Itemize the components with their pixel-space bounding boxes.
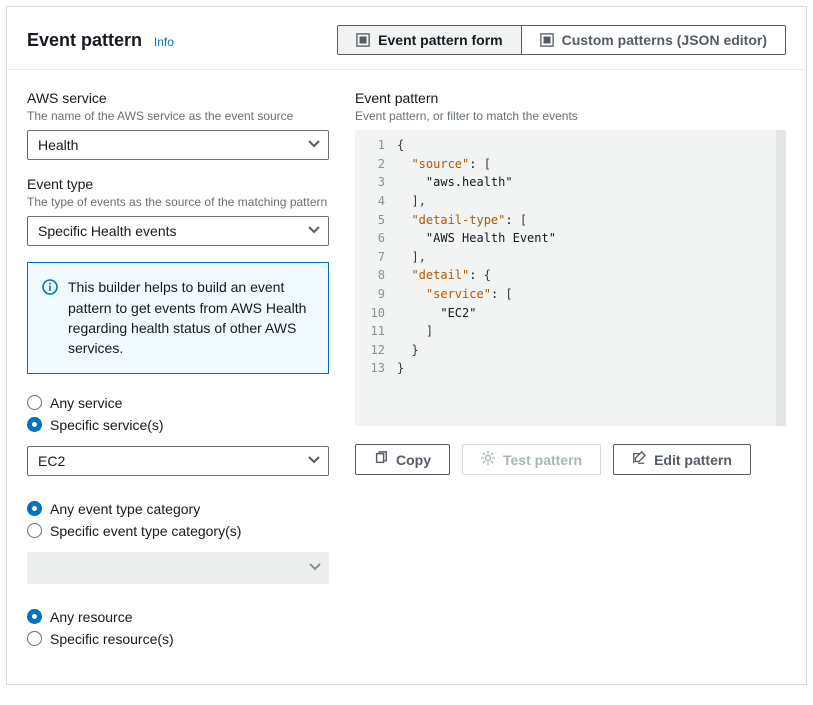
radio-specific-category-label: Specific event type category(s)	[50, 523, 241, 539]
page-title: Event pattern	[27, 30, 142, 50]
radio-any-category-label: Any event type category	[50, 501, 200, 517]
json-icon	[540, 33, 554, 47]
copy-label: Copy	[396, 452, 431, 468]
chevron-down-icon	[308, 453, 320, 469]
info-icon	[42, 279, 58, 358]
copy-button[interactable]: Copy	[355, 444, 450, 475]
radio-any-service[interactable]: Any service	[27, 392, 329, 414]
radio-specific-resource-label: Specific resource(s)	[50, 631, 174, 647]
gear-icon	[481, 451, 495, 468]
tab-event-pattern-form[interactable]: Event pattern form	[338, 26, 520, 54]
category-select-disabled	[27, 552, 329, 584]
radio-icon-selected	[27, 501, 42, 516]
test-pattern-button[interactable]: Test pattern	[462, 444, 601, 475]
radio-icon	[27, 395, 42, 410]
chevron-down-icon	[308, 223, 320, 239]
field-aws-service: AWS service The name of the AWS service …	[27, 90, 329, 160]
radio-specific-resource[interactable]: Specific resource(s)	[27, 628, 329, 650]
code-content: 1{2 "source": [3 "aws.health"4 ],5 "deta…	[355, 130, 786, 384]
radio-any-category[interactable]: Any event type category	[27, 498, 329, 520]
aws-service-hint: The name of the AWS service as the event…	[27, 108, 329, 124]
pattern-mode-toggle: Event pattern form Custom patterns (JSON…	[337, 25, 786, 55]
tab-custom-label: Custom patterns (JSON editor)	[562, 32, 767, 48]
scrollbar[interactable]	[776, 130, 786, 426]
info-link[interactable]: Info	[154, 35, 174, 49]
event-type-label: Event type	[27, 176, 329, 192]
tab-custom-patterns[interactable]: Custom patterns (JSON editor)	[521, 26, 785, 54]
specific-service-value: EC2	[38, 453, 65, 469]
radio-icon	[27, 631, 42, 646]
chevron-down-icon	[309, 560, 321, 576]
edit-icon	[632, 451, 646, 468]
radio-icon	[27, 523, 42, 538]
event-pattern-panel: Event pattern Info Event pattern form Cu…	[6, 6, 807, 685]
radio-any-service-label: Any service	[50, 395, 122, 411]
code-preview: 1{2 "source": [3 "aws.health"4 ],5 "deta…	[355, 130, 786, 426]
radio-any-resource-label: Any resource	[50, 609, 132, 625]
tab-form-label: Event pattern form	[378, 32, 502, 48]
info-callout: This builder helps to build an event pat…	[27, 262, 329, 373]
code-header: Event pattern Event pattern, or filter t…	[355, 90, 786, 124]
panel-header: Event pattern Info Event pattern form Cu…	[7, 7, 806, 70]
action-row: Copy Test pattern Edit pattern	[355, 444, 786, 475]
event-type-value: Specific Health events	[38, 223, 177, 239]
edit-label: Edit pattern	[654, 452, 732, 468]
specific-service-select[interactable]: EC2	[27, 446, 329, 476]
service-scope-radio-group: Any service Specific service(s)	[27, 392, 329, 436]
field-event-type: Event type The type of events as the sou…	[27, 176, 329, 246]
category-radio-group: Any event type category Specific event t…	[27, 498, 329, 542]
radio-icon-selected	[27, 417, 42, 432]
pattern-preview-column: Event pattern Event pattern, or filter t…	[355, 90, 786, 660]
radio-specific-service[interactable]: Specific service(s)	[27, 414, 329, 436]
info-text: This builder helps to build an event pat…	[68, 277, 314, 358]
aws-service-value: Health	[38, 137, 78, 153]
chevron-down-icon	[308, 137, 320, 153]
resource-radio-group: Any resource Specific resource(s)	[27, 606, 329, 650]
edit-pattern-button[interactable]: Edit pattern	[613, 444, 751, 475]
title-wrap: Event pattern Info	[27, 30, 174, 51]
event-type-hint: The type of events as the source of the …	[27, 194, 329, 210]
code-hint: Event pattern, or filter to match the ev…	[355, 108, 786, 124]
form-column: AWS service The name of the AWS service …	[27, 90, 329, 660]
radio-icon-selected	[27, 609, 42, 624]
radio-specific-service-label: Specific service(s)	[50, 417, 164, 433]
test-label: Test pattern	[503, 452, 582, 468]
aws-service-label: AWS service	[27, 90, 329, 106]
form-icon	[356, 33, 370, 47]
event-type-select[interactable]: Specific Health events	[27, 216, 329, 246]
aws-service-select[interactable]: Health	[27, 130, 329, 160]
radio-specific-category[interactable]: Specific event type category(s)	[27, 520, 329, 542]
copy-icon	[374, 451, 388, 468]
radio-any-resource[interactable]: Any resource	[27, 606, 329, 628]
panel-body: AWS service The name of the AWS service …	[7, 70, 806, 684]
code-label: Event pattern	[355, 90, 786, 106]
